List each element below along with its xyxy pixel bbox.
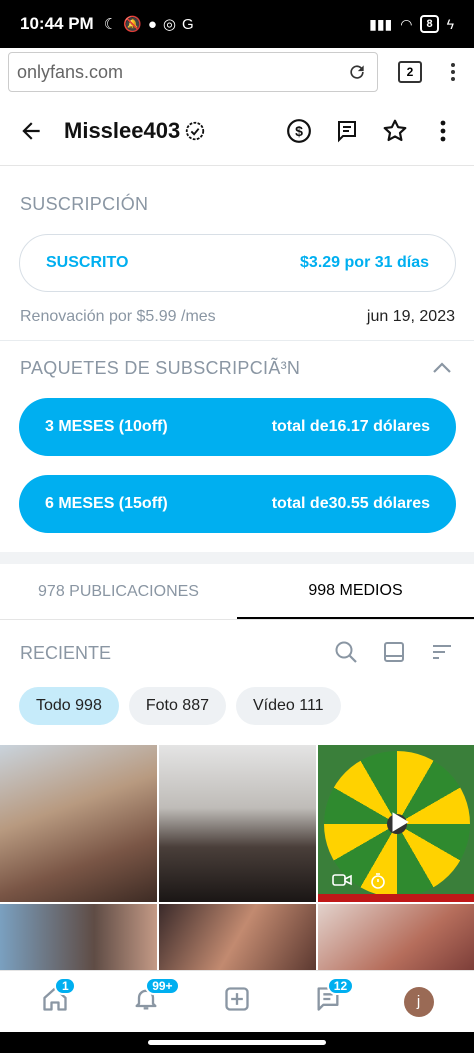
mute-icon: 🔕 bbox=[123, 16, 142, 33]
tab-posts[interactable]: 978 PUBLICACIONES bbox=[0, 564, 237, 619]
video-camera-icon bbox=[332, 873, 352, 894]
media-thumbnail[interactable] bbox=[0, 745, 157, 902]
status-bar: 10:44 PM ☾ 🔕 ● ◎ G ▮▮▮ ◠ 8 ϟ bbox=[0, 0, 474, 48]
profile-username: Misslee403 bbox=[64, 117, 181, 143]
home-indicator[interactable] bbox=[148, 1040, 326, 1045]
thumbnail-band bbox=[318, 894, 474, 902]
media-thumbnail-video[interactable] bbox=[318, 745, 474, 902]
status-notification-icons: ☾ 🔕 ● ◎ G bbox=[103, 15, 194, 34]
tab-switcher-button[interactable]: 2 bbox=[398, 61, 422, 83]
wifi-icon: ◠ bbox=[400, 15, 413, 32]
bundles-title: PAQUETES DE SUBSCRIPCIÃ³N bbox=[20, 358, 301, 378]
nav-home[interactable]: 1 bbox=[38, 976, 77, 1019]
play-icon[interactable] bbox=[386, 809, 412, 835]
nav-new-post[interactable] bbox=[220, 985, 254, 1019]
moon-icon: ☾ bbox=[103, 16, 118, 33]
bundle-button-3-months[interactable]: 3 MESES (10off) total de16.17 dólares bbox=[19, 398, 456, 456]
system-home-bar bbox=[0, 1032, 474, 1053]
media-thumbnail[interactable] bbox=[0, 904, 157, 970]
bundle-button-6-months[interactable]: 6 MESES (15off) total de30.55 dólares bbox=[19, 475, 456, 533]
verified-badge-icon bbox=[184, 120, 206, 142]
svg-text:$: $ bbox=[295, 122, 303, 138]
profile-menu-icon[interactable] bbox=[430, 118, 456, 144]
subscription-price: $3.29 por 31 días bbox=[300, 254, 429, 271]
media-thumbnail[interactable] bbox=[159, 904, 316, 970]
bundle-label: 6 MESES (15off) bbox=[45, 495, 168, 512]
section-separator bbox=[0, 552, 474, 564]
renewal-date: jun 19, 2023 bbox=[366, 308, 455, 325]
filter-all-chip[interactable]: Todo 998 bbox=[19, 687, 119, 725]
media-thumbnail[interactable] bbox=[159, 745, 316, 902]
status-time: 10:44 PM bbox=[20, 14, 94, 33]
bundle-total: total de16.17 dólares bbox=[271, 418, 430, 435]
message-icon[interactable] bbox=[334, 118, 360, 144]
tip-dollar-icon[interactable]: $ bbox=[286, 118, 312, 144]
chevron-up-icon[interactable] bbox=[432, 360, 452, 376]
chat-icon: ● bbox=[147, 15, 157, 33]
media-grid bbox=[0, 745, 474, 970]
nav-profile[interactable]: j bbox=[402, 985, 436, 1019]
media-filters: Todo 998 Foto 887 Vídeo 111 bbox=[19, 687, 341, 725]
filter-video-chip[interactable]: Vídeo 111 bbox=[236, 687, 341, 725]
url-text[interactable]: onlyfans.com bbox=[17, 62, 345, 83]
bundle-label: 3 MESES (10off) bbox=[45, 418, 168, 435]
home-badge: 1 bbox=[54, 976, 77, 995]
avatar: j bbox=[403, 986, 434, 1017]
browser-menu-icon[interactable] bbox=[448, 63, 458, 81]
back-arrow-icon[interactable] bbox=[18, 117, 46, 145]
search-icon[interactable] bbox=[334, 640, 358, 664]
media-thumbnail[interactable] bbox=[318, 904, 474, 970]
timer-icon bbox=[370, 873, 386, 894]
address-bar[interactable]: onlyfans.com bbox=[8, 52, 378, 92]
renewal-text: Renovación por $5.99 /mes bbox=[20, 308, 216, 325]
google-icon: G bbox=[182, 15, 194, 33]
browser-toolbar: onlyfans.com 2 bbox=[0, 48, 474, 96]
nav-messages[interactable]: 12 bbox=[311, 976, 355, 1019]
bundle-total: total de30.55 dólares bbox=[271, 495, 430, 512]
content-tabs: 978 PUBLICACIONES 998 MEDIOS bbox=[0, 564, 474, 620]
bottom-navigation: 1 99+ 12 j bbox=[0, 970, 474, 1032]
profile-header: Misslee403 $ bbox=[0, 96, 474, 166]
subscription-title: SUSCRIPCIÓN bbox=[20, 194, 149, 214]
grid-view-icon[interactable] bbox=[382, 640, 406, 664]
sort-icon[interactable] bbox=[430, 640, 454, 664]
whatsapp-icon: ◎ bbox=[162, 16, 176, 33]
divider bbox=[0, 340, 474, 341]
charging-icon: ϟ bbox=[446, 16, 454, 32]
messages-badge: 12 bbox=[326, 976, 355, 995]
favorite-star-icon[interactable] bbox=[382, 118, 408, 144]
reload-icon[interactable] bbox=[345, 60, 369, 84]
notifications-badge: 99+ bbox=[145, 976, 180, 995]
signal-icon: ▮▮▮ bbox=[369, 15, 393, 32]
tab-media[interactable]: 998 MEDIOS bbox=[237, 564, 474, 619]
add-post-icon bbox=[223, 985, 251, 1018]
nav-notifications[interactable]: 99+ bbox=[129, 976, 180, 1019]
subscription-status: SUSCRITO bbox=[46, 254, 129, 271]
sort-label[interactable]: RECIENTE bbox=[20, 643, 111, 664]
subscribed-button[interactable]: SUSCRITO $3.29 por 31 días bbox=[19, 234, 456, 292]
battery-indicator: 8 bbox=[420, 15, 439, 33]
filter-photo-chip[interactable]: Foto 887 bbox=[128, 687, 226, 725]
